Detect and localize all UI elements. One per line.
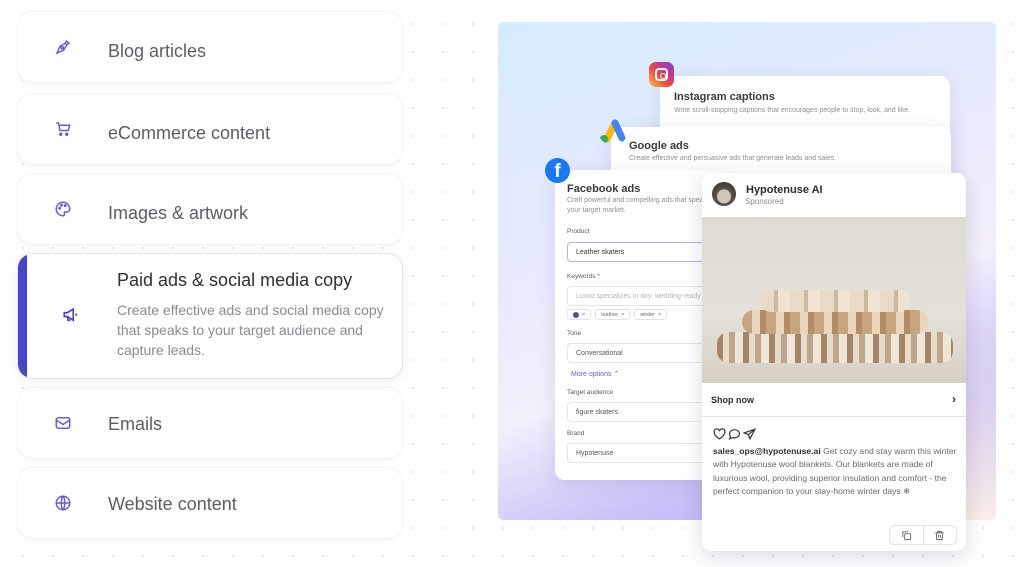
sponsored-label: Sponsored bbox=[745, 197, 784, 206]
panel-title: Google ads bbox=[629, 140, 689, 152]
keywords-label: Keywords * bbox=[567, 273, 600, 280]
sidebar-item-ecommerce-content[interactable]: eCommerce content bbox=[18, 94, 402, 164]
sidebar-item-label: Emails bbox=[108, 414, 163, 434]
active-indicator bbox=[18, 254, 27, 378]
shopping-cart-icon bbox=[56, 122, 71, 136]
copy-icon bbox=[902, 530, 911, 540]
sidebar-item-images-artwork[interactable]: Images & artwork bbox=[18, 174, 402, 244]
pen-nib-icon bbox=[55, 39, 71, 55]
shop-now-label: Shop now bbox=[711, 395, 754, 405]
trash-icon bbox=[935, 530, 944, 540]
page-name: Hypotenuse AI bbox=[746, 184, 823, 196]
panel-description: Craft powerful and compelling ads that s… bbox=[567, 197, 715, 214]
product-image bbox=[702, 217, 966, 383]
sidebar-item-label: Images & artwork bbox=[108, 203, 249, 223]
send-icon[interactable] bbox=[743, 428, 756, 440]
mail-icon bbox=[55, 417, 71, 429]
more-options-toggle[interactable]: More options ⌃ bbox=[571, 370, 619, 378]
keyword-chip[interactable]: leather × bbox=[595, 309, 631, 320]
sidebar-item-label: Website content bbox=[108, 494, 237, 514]
comment-icon[interactable] bbox=[728, 428, 741, 440]
sidebar-item-label: Blog articles bbox=[108, 41, 207, 61]
sidebar-item-label: Paid ads & social media copy bbox=[117, 270, 353, 290]
post-handle: sales_ops@hypotenuse.ai bbox=[713, 446, 821, 456]
brand-label: Brand bbox=[567, 430, 585, 437]
tone-label: Tone bbox=[567, 330, 582, 337]
delete-button[interactable] bbox=[922, 526, 957, 544]
panel-title: Facebook ads bbox=[567, 183, 641, 195]
copy-button[interactable] bbox=[890, 526, 923, 544]
post-actions bbox=[713, 428, 756, 440]
chevron-right-icon: › bbox=[952, 392, 956, 406]
sidebar-item-website-content[interactable]: Website content bbox=[18, 468, 402, 538]
keyword-chips: × leather × winter × bbox=[567, 309, 668, 320]
globe-icon bbox=[55, 495, 71, 511]
sidebar-item-label: eCommerce content bbox=[108, 123, 271, 143]
instagram-icon bbox=[649, 62, 674, 87]
facebook-icon: f bbox=[545, 158, 570, 183]
keyword-chip[interactable]: winter × bbox=[634, 309, 668, 320]
panel-title: Instagram captions bbox=[674, 91, 775, 103]
sidebar-item-blog-articles[interactable]: Blog articles bbox=[18, 12, 402, 82]
post-caption: sales_ops@hypotenuse.ai Get cozy and sta… bbox=[713, 446, 957, 497]
sidebar-item-paid-ads[interactable]: Paid ads & social media copy Create effe… bbox=[18, 254, 402, 378]
sidebar-item-emails[interactable]: Emails bbox=[18, 388, 402, 458]
palette-icon bbox=[55, 201, 71, 217]
panel-description: Write scroll-stopping captions that enco… bbox=[674, 107, 911, 114]
panel-description: Create effective and persuasive ads that… bbox=[629, 155, 837, 162]
megaphone-icon bbox=[63, 307, 78, 322]
google-ads-icon bbox=[600, 119, 626, 143]
target-audience-label: Target audience bbox=[567, 389, 614, 396]
avatar bbox=[712, 182, 736, 206]
heart-icon[interactable] bbox=[713, 428, 726, 440]
facebook-ads-panel: Facebook ads Craft powerful and compelli… bbox=[555, 170, 725, 480]
shop-now-button[interactable]: Shop now › bbox=[702, 383, 966, 417]
ad-preview-card: Hypotenuse AI Sponsored Shop now › sales… bbox=[702, 173, 966, 551]
product-label: Product bbox=[567, 228, 590, 235]
color-chip[interactable]: × bbox=[567, 309, 592, 320]
card-actions bbox=[889, 525, 957, 545]
sidebar-item-description: Create effective ads and social media co… bbox=[117, 302, 384, 358]
